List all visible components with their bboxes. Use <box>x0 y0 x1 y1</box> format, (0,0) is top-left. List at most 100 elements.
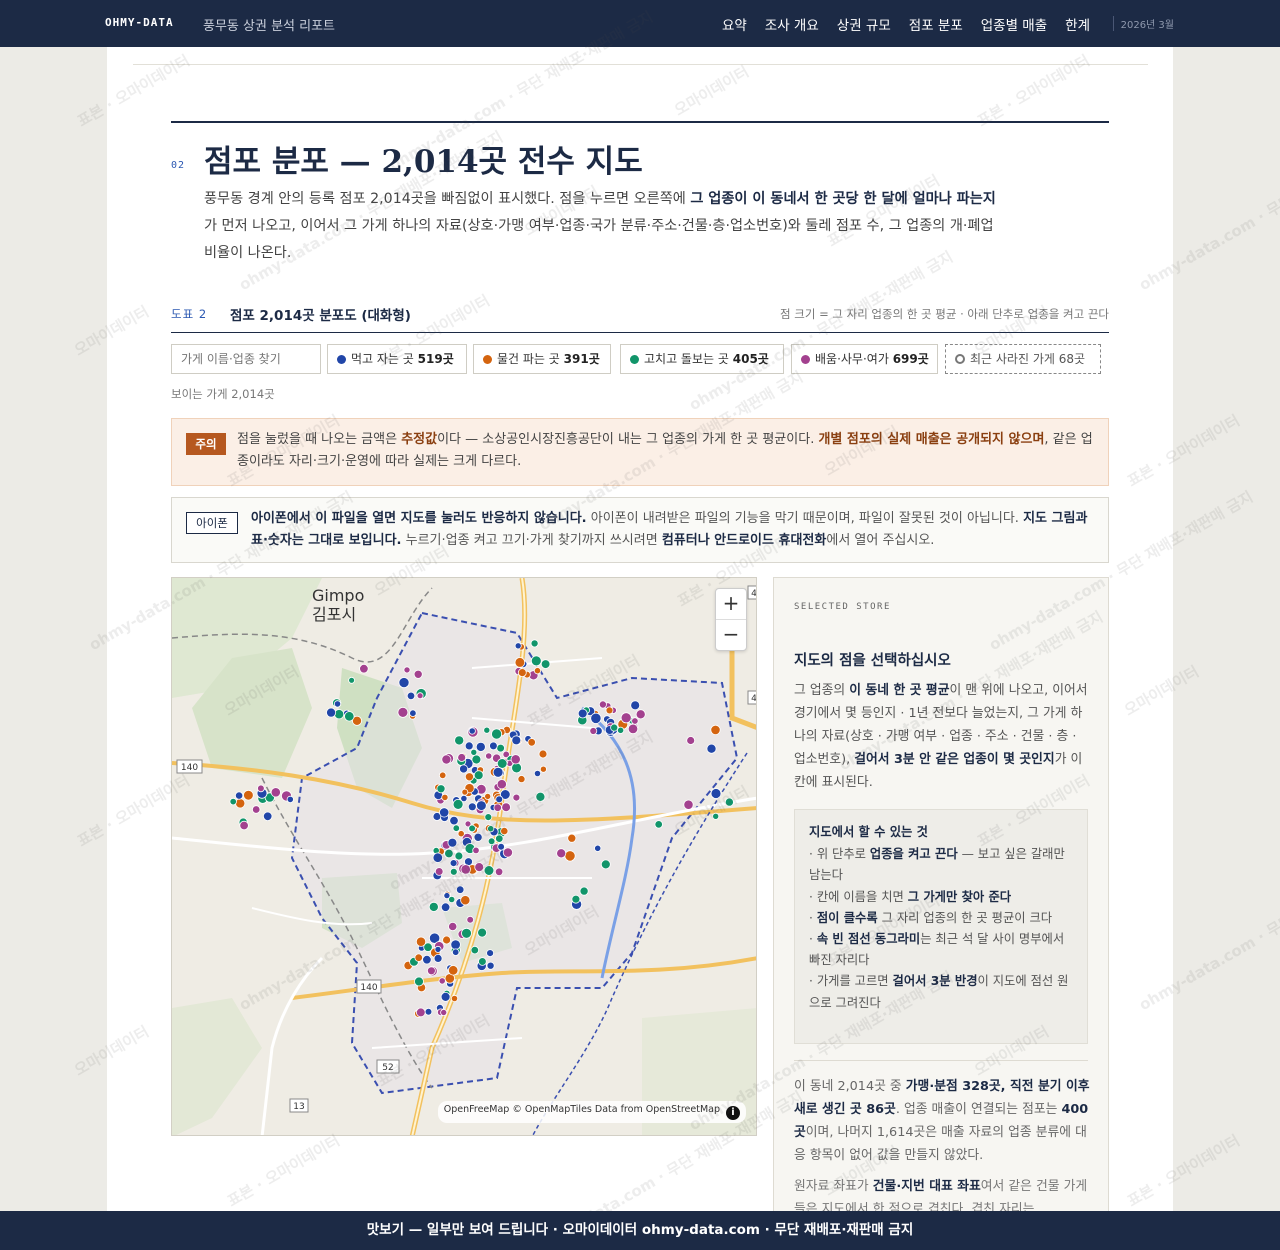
store-marker[interactable] <box>262 811 273 822</box>
store-marker[interactable] <box>468 824 476 833</box>
store-marker[interactable] <box>438 977 446 985</box>
store-marker[interactable] <box>535 791 546 802</box>
store-marker[interactable] <box>333 700 342 708</box>
store-map[interactable]: 140 140 52 13 4 4 Gimpo 김포시 + − OpenFreeM… <box>171 577 757 1136</box>
store-marker[interactable] <box>450 994 459 1003</box>
store-marker[interactable] <box>454 851 464 861</box>
store-marker[interactable] <box>512 793 521 802</box>
store-marker[interactable] <box>359 663 369 674</box>
store-marker[interactable] <box>398 677 410 689</box>
store-marker[interactable] <box>344 711 355 722</box>
store-marker[interactable] <box>620 712 632 724</box>
store-marker[interactable] <box>466 915 475 924</box>
store-marker[interactable] <box>654 820 663 829</box>
store-marker[interactable] <box>530 639 539 648</box>
store-marker[interactable] <box>450 939 461 950</box>
filter-chip-food-lodging[interactable]: 먹고 자는 곳 519곳 <box>327 344 467 374</box>
store-marker[interactable] <box>493 803 502 812</box>
nav-link-limitations[interactable]: 한계 <box>1065 14 1090 34</box>
store-marker[interactable] <box>439 771 447 779</box>
store-marker[interactable] <box>440 1008 448 1016</box>
store-marker[interactable] <box>630 700 641 711</box>
store-marker[interactable] <box>712 812 720 820</box>
store-marker[interactable] <box>424 1007 433 1016</box>
store-marker[interactable] <box>635 709 646 720</box>
store-marker[interactable] <box>416 692 424 700</box>
store-marker[interactable] <box>448 921 458 932</box>
filter-chip-closed-stores[interactable]: 최근 사라진 가게 68곳 <box>945 344 1101 374</box>
store-marker[interactable] <box>492 766 504 778</box>
store-marker[interactable] <box>540 659 551 669</box>
store-marker[interactable] <box>706 743 717 754</box>
store-marker[interactable] <box>464 741 474 751</box>
store-marker[interactable] <box>448 965 459 976</box>
store-marker[interactable] <box>556 848 567 859</box>
store-marker[interactable] <box>447 837 458 848</box>
nav-link-overview[interactable]: 조사 개요 <box>765 14 819 34</box>
store-marker[interactable] <box>243 789 254 801</box>
store-marker[interactable] <box>478 957 487 966</box>
store-marker[interactable] <box>616 726 625 734</box>
store-marker[interactable] <box>594 844 602 852</box>
store-marker[interactable] <box>539 765 547 773</box>
store-marker[interactable] <box>610 723 619 732</box>
filter-chip-repair-care[interactable]: 고치고 돌보는 곳 405곳 <box>620 344 784 374</box>
store-marker[interactable] <box>567 833 577 843</box>
store-marker[interactable] <box>229 797 237 806</box>
store-marker[interactable] <box>491 728 503 740</box>
store-marker[interactable] <box>502 847 513 858</box>
nav-link-store-distribution[interactable]: 점포 분포 <box>909 14 963 34</box>
store-marker[interactable] <box>426 966 436 976</box>
store-marker[interactable] <box>459 764 469 774</box>
store-marker[interactable] <box>326 707 337 718</box>
store-marker[interactable] <box>452 798 464 810</box>
store-marker[interactable] <box>406 691 416 701</box>
store-marker[interactable] <box>710 724 721 735</box>
store-marker[interactable] <box>497 842 505 851</box>
store-marker[interactable] <box>686 736 696 745</box>
store-marker[interactable] <box>439 807 450 818</box>
store-marker[interactable] <box>474 862 485 873</box>
store-marker[interactable] <box>449 815 459 826</box>
store-marker[interactable] <box>489 741 498 751</box>
store-marker[interactable] <box>460 864 471 875</box>
store-marker[interactable] <box>483 865 495 876</box>
store-marker[interactable] <box>457 830 465 838</box>
store-marker[interactable] <box>496 743 505 753</box>
store-marker[interactable] <box>486 949 495 958</box>
store-marker[interactable] <box>436 784 446 794</box>
store-marker[interactable] <box>449 859 458 868</box>
store-marker[interactable] <box>428 901 439 912</box>
store-marker[interactable] <box>434 867 444 876</box>
store-marker[interactable] <box>470 945 479 955</box>
store-marker[interactable] <box>415 936 427 947</box>
store-marker[interactable] <box>441 754 452 765</box>
store-marker[interactable] <box>472 846 480 855</box>
store-marker[interactable] <box>579 886 589 896</box>
store-marker[interactable] <box>500 827 509 836</box>
store-marker[interactable] <box>464 772 474 782</box>
store-marker[interactable] <box>485 752 493 760</box>
store-marker[interactable] <box>487 825 495 833</box>
store-marker[interactable] <box>433 953 443 963</box>
store-marker[interactable] <box>600 859 611 870</box>
store-marker[interactable] <box>511 762 523 774</box>
store-marker[interactable] <box>468 727 476 735</box>
store-marker[interactable] <box>631 717 639 725</box>
store-marker[interactable] <box>251 805 261 814</box>
store-marker[interactable] <box>403 666 411 674</box>
store-marker[interactable] <box>456 885 465 894</box>
store-marker[interactable] <box>397 706 409 718</box>
store-marker[interactable] <box>235 798 246 809</box>
store-marker[interactable] <box>473 832 483 842</box>
store-marker[interactable] <box>348 676 356 684</box>
nav-link-sales-by-industry[interactable]: 업종별 매출 <box>981 14 1047 34</box>
store-marker[interactable] <box>234 791 244 800</box>
info-icon[interactable]: i <box>726 1106 740 1120</box>
store-marker[interactable] <box>457 753 467 762</box>
store-marker[interactable] <box>511 735 522 746</box>
store-marker[interactable] <box>413 669 423 679</box>
store-marker[interactable] <box>452 948 460 956</box>
store-marker[interactable] <box>495 795 504 804</box>
store-marker[interactable] <box>476 800 487 811</box>
